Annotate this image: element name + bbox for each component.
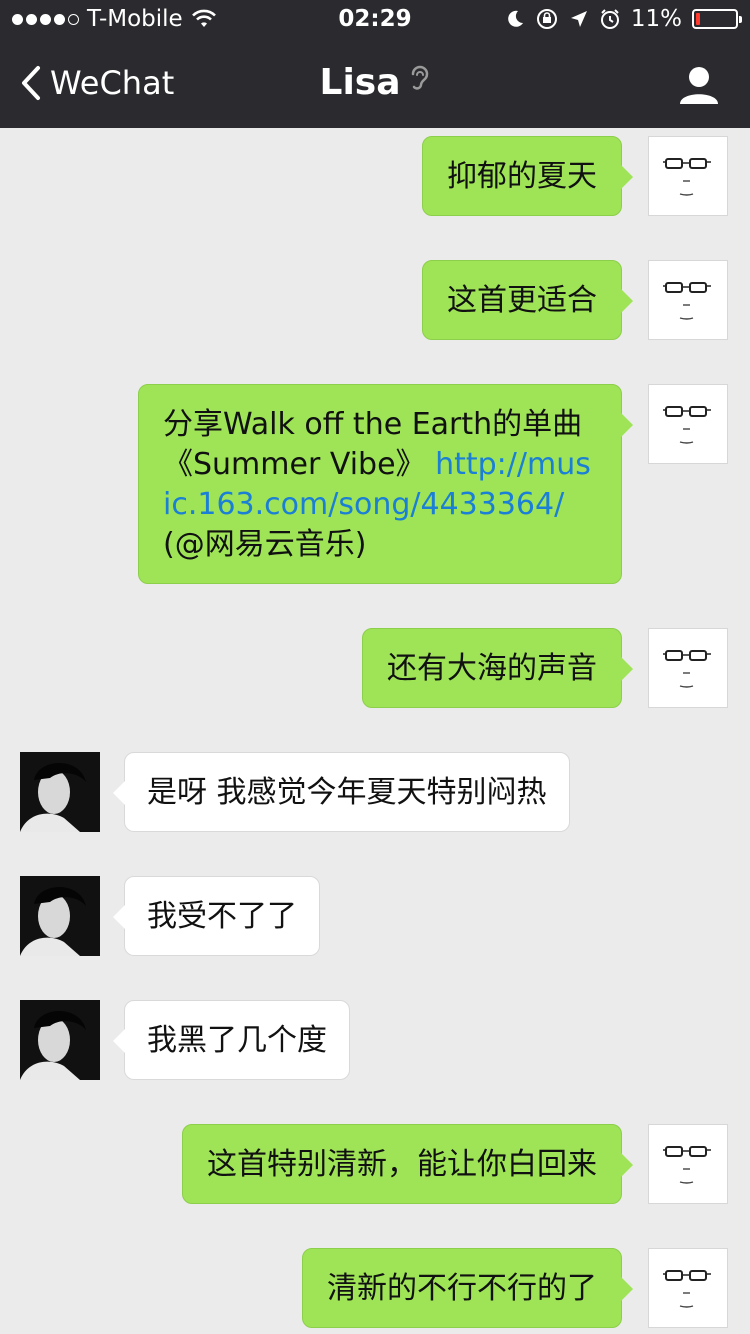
status-right: 11% bbox=[505, 6, 742, 32]
message-bubble-outgoing[interactable]: 抑郁的夏天 bbox=[422, 136, 633, 216]
message-row: 还有大海的声音 bbox=[0, 626, 750, 710]
message-source-text: (@网易云音乐) bbox=[163, 527, 367, 562]
message-bubble-outgoing[interactable]: 这首更适合 bbox=[422, 260, 633, 340]
message-row: 抑郁的夏天 bbox=[0, 134, 750, 218]
message-bubble-incoming[interactable]: 我受不了了 bbox=[113, 876, 320, 956]
message-text: 这首特别清新，能让你白回来 bbox=[207, 1147, 597, 1182]
location-icon bbox=[570, 11, 587, 27]
message-row: 是呀 我感觉今年夏天特别闷热 bbox=[0, 750, 750, 834]
battery-percent: 11% bbox=[630, 6, 682, 32]
contact-avatar[interactable] bbox=[20, 752, 100, 832]
message-row: 清新的不行不行的了 bbox=[0, 1246, 750, 1330]
my-avatar[interactable] bbox=[648, 628, 728, 708]
my-avatar[interactable] bbox=[648, 1124, 728, 1204]
sketch-face-avatar-icon bbox=[663, 158, 711, 196]
message-row: 我黑了几个度 bbox=[0, 998, 750, 1082]
person-icon bbox=[680, 67, 718, 104]
alarm-icon bbox=[600, 9, 619, 29]
portrait-photo-icon bbox=[20, 1000, 100, 1080]
contact-name: Lisa bbox=[319, 62, 401, 103]
message-bubble-outgoing[interactable]: 还有大海的声音 bbox=[362, 628, 633, 708]
message-bubble-incoming[interactable]: 是呀 我感觉今年夏天特别闷热 bbox=[113, 752, 570, 832]
message-bubble-incoming[interactable]: 我黑了几个度 bbox=[113, 1000, 350, 1080]
message-text: 我受不了了 bbox=[147, 899, 297, 934]
earpiece-mode-icon bbox=[409, 64, 431, 101]
top-bar: T-Mobile 02:29 11% WeChat Lisa bbox=[0, 0, 750, 128]
my-avatar[interactable] bbox=[648, 136, 728, 216]
my-avatar[interactable] bbox=[648, 260, 728, 340]
message-row: 分享Walk off the Earth的单曲《Summer Vibe》 htt… bbox=[0, 382, 750, 586]
navigation-bar: WeChat Lisa bbox=[0, 40, 750, 128]
message-row: 我受不了了 bbox=[0, 874, 750, 958]
sketch-face-avatar-icon bbox=[663, 1146, 711, 1184]
status-bar: T-Mobile 02:29 11% bbox=[0, 0, 750, 40]
message-text: 清新的不行不行的了 bbox=[327, 1271, 597, 1306]
message-text: 抑郁的夏天 bbox=[447, 159, 597, 194]
portrait-photo-icon bbox=[20, 752, 100, 832]
my-avatar[interactable] bbox=[648, 384, 728, 464]
message-row: 这首更适合 bbox=[0, 258, 750, 342]
message-bubble-outgoing-share[interactable]: 分享Walk off the Earth的单曲《Summer Vibe》 htt… bbox=[138, 384, 633, 584]
message-row: 这首特别清新，能让你白回来 bbox=[0, 1122, 750, 1206]
rotation-lock-icon bbox=[536, 9, 557, 29]
battery-icon bbox=[692, 9, 742, 29]
my-avatar[interactable] bbox=[648, 1248, 728, 1328]
message-bubble-outgoing[interactable]: 这首特别清新，能让你白回来 bbox=[182, 1124, 633, 1204]
sketch-face-avatar-icon bbox=[663, 650, 711, 688]
message-bubble-outgoing[interactable]: 清新的不行不行的了 bbox=[302, 1248, 633, 1328]
sketch-face-avatar-icon bbox=[663, 406, 711, 444]
portrait-photo-icon bbox=[20, 876, 100, 956]
message-text: 我黑了几个度 bbox=[147, 1023, 327, 1058]
message-text: 是呀 我感觉今年夏天特别闷热 bbox=[147, 775, 547, 810]
contact-info-button[interactable] bbox=[678, 64, 720, 106]
chat-title: Lisa bbox=[0, 62, 750, 103]
message-text: 这首更适合 bbox=[447, 283, 597, 318]
sketch-face-avatar-icon bbox=[663, 1270, 711, 1308]
message-text: 还有大海的声音 bbox=[387, 651, 597, 686]
sketch-face-avatar-icon bbox=[663, 282, 711, 320]
contact-avatar[interactable] bbox=[20, 876, 100, 956]
moon-icon bbox=[508, 10, 523, 27]
message-list[interactable]: 抑郁的夏天 这首更适合 分享Walk off the Earth的单曲《Summ… bbox=[0, 128, 750, 1334]
contact-avatar[interactable] bbox=[20, 1000, 100, 1080]
